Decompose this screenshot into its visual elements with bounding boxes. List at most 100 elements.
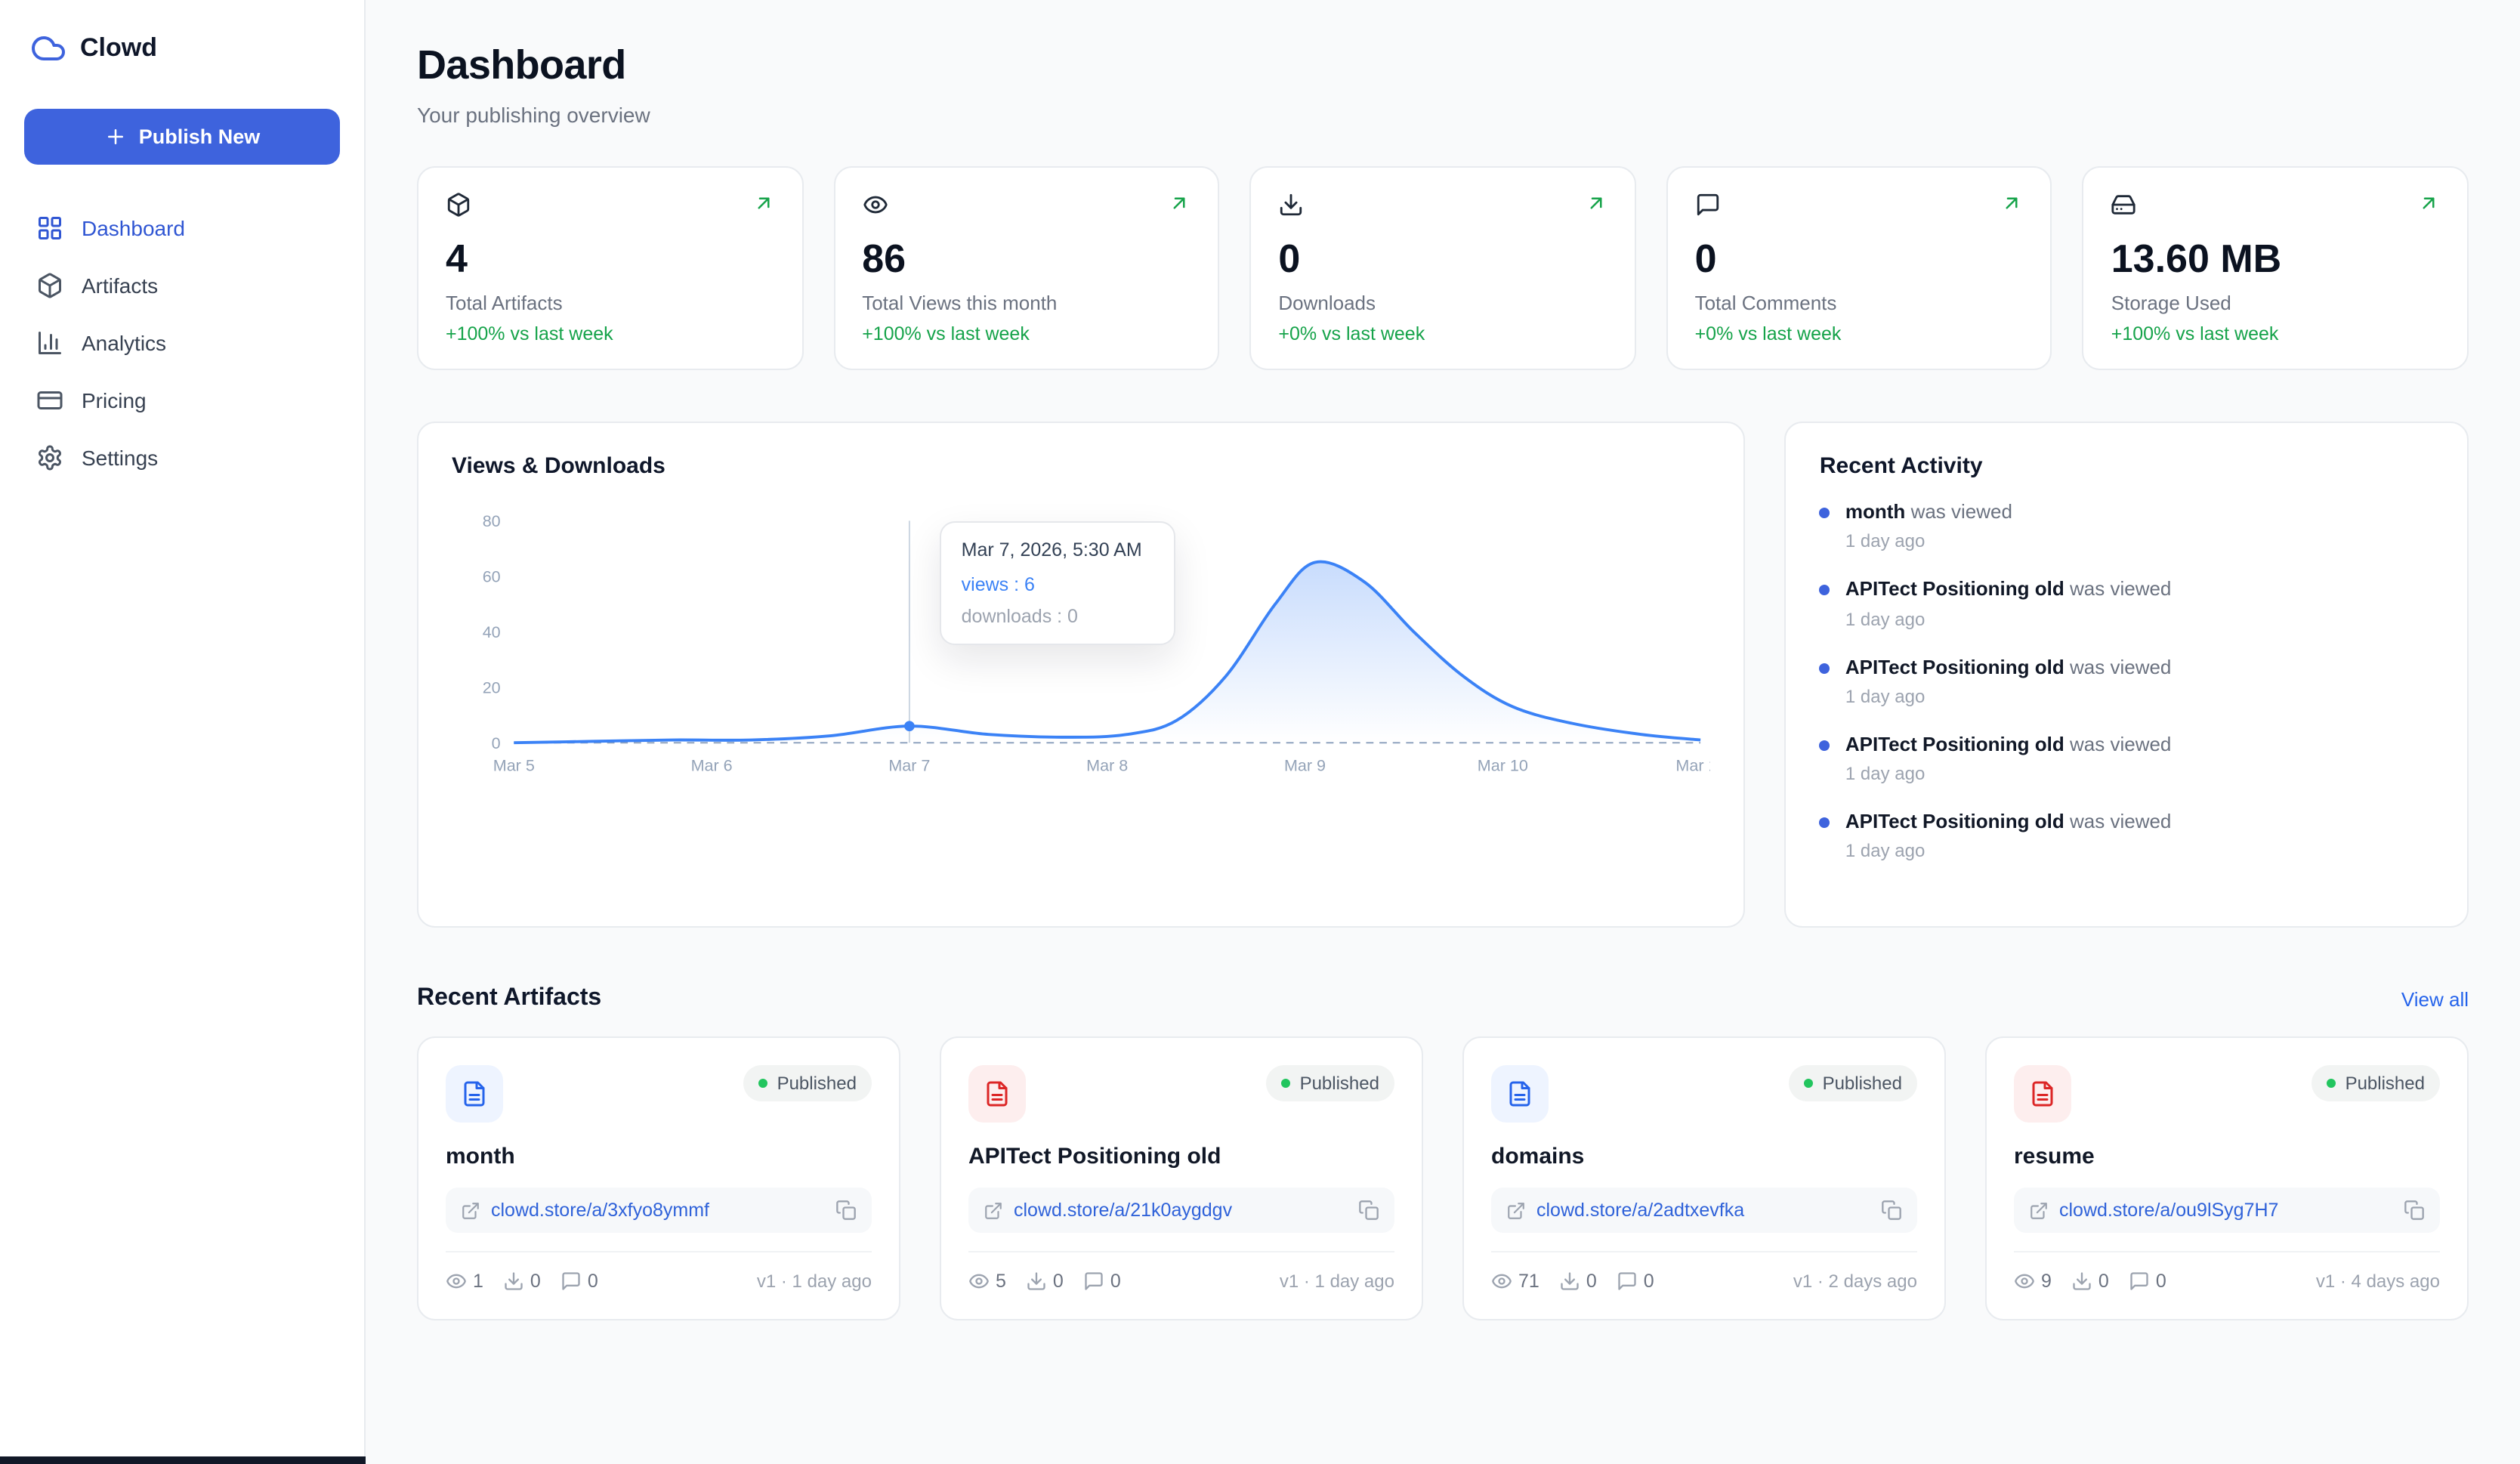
window-edge [0,1456,366,1464]
views-count: 9 [2014,1271,2052,1292]
stat-delta: +100% vs last week [446,323,774,344]
artifact-card-domains[interactable]: Published domains clowd.store/a/2adtxevf… [1462,1036,1946,1320]
app-root: Clowd Publish New Dashboard Artifacts An… [0,0,2520,1464]
activity-time: 1 day ago [1845,763,2172,784]
sidebar-item-pricing[interactable]: Pricing [24,373,340,428]
external-link-icon [2029,1200,2049,1220]
activity-item: month was viewed 1 day ago [1820,500,2434,552]
credit-card-icon [36,387,63,414]
artifact-url-link[interactable]: clowd.store/a/3xfyo8ymmf [491,1200,825,1221]
stat-label: Total Artifacts [446,292,774,314]
svg-text:Mar 6: Mar 6 [691,756,733,774]
arrow-up-right-icon[interactable] [1168,192,1191,215]
activity-dot [1820,585,1830,596]
dashboard-grid-icon [36,215,63,242]
artifact-url-link[interactable]: clowd.store/a/ou9lSyg7H7 [2059,1200,2393,1221]
gear-icon [36,444,63,471]
stat-value: 86 [862,236,1191,283]
comment-icon [2129,1271,2150,1292]
sidebar-item-artifacts[interactable]: Artifacts [24,258,340,313]
eye-icon [862,192,888,218]
arrow-up-right-icon[interactable] [752,192,774,215]
activity-dot [1820,740,1830,751]
file-pdf-icon [2014,1065,2071,1123]
arrow-up-right-icon[interactable] [1585,192,1607,215]
copy-url-button[interactable] [2404,1200,2425,1221]
artifact-card-resume[interactable]: Published resume clowd.store/a/ou9lSyg7H… [1985,1036,2469,1320]
status-badge: Published [744,1065,872,1101]
sidebar-item-label: Pricing [82,388,147,412]
arrow-up-right-icon[interactable] [2417,192,2440,215]
artifact-stats: 5 0 0 v1 · 1 day ago [968,1251,1394,1292]
status-dot [1282,1079,1291,1088]
sidebar: Clowd Publish New Dashboard Artifacts An… [0,0,366,1464]
svg-text:60: 60 [483,568,501,586]
download-icon [1278,192,1304,218]
view-all-link[interactable]: View all [2401,987,2469,1010]
tooltip-downloads: downloads : 0 [962,606,1155,627]
copy-url-button[interactable] [835,1200,857,1221]
copy-icon [1358,1200,1379,1221]
stat-value: 0 [1695,236,2024,283]
copy-icon [835,1200,857,1221]
copy-icon [2404,1200,2425,1221]
chart-canvas[interactable]: 020406080Mar 5Mar 6Mar 7Mar 8Mar 9Mar 10… [452,500,1711,784]
comment-icon [561,1271,582,1292]
artifact-title: domains [1491,1144,1917,1169]
download-icon [1559,1271,1580,1292]
comments-count: 0 [1083,1271,1121,1292]
stat-card-total-views: 86 Total Views this month +100% vs last … [833,166,1219,370]
stat-card-downloads: 0 Downloads +0% vs last week [1249,166,1635,370]
status-badge: Published [2312,1065,2440,1101]
stats-row: 4 Total Artifacts +100% vs last week 86 … [417,166,2469,370]
activity-list: month was viewed 1 day ago APITect Posit… [1820,500,2434,862]
file-doc-icon [446,1065,503,1123]
version-meta: v1 · 1 day ago [1280,1271,1394,1292]
comment-icon [1695,192,1721,218]
cloud-logo-icon [30,30,66,66]
downloads-count: 0 [2071,1271,2109,1292]
activity-time: 1 day ago [1845,608,2172,629]
downloads-count: 0 [1026,1271,1064,1292]
sidebar-item-settings[interactable]: Settings [24,431,340,485]
arrow-up-right-icon[interactable] [2001,192,2024,215]
activity-item: APITect Positioning old was viewed 1 day… [1820,733,2434,785]
artifact-url-bar: clowd.store/a/3xfyo8ymmf [446,1188,872,1233]
sidebar-item-label: Dashboard [82,216,185,240]
artifact-url-link[interactable]: clowd.store/a/2adtxevfka [1536,1200,1870,1221]
artifact-card-apitect[interactable]: Published APITect Positioning old clowd.… [940,1036,1423,1320]
storage-drive-icon [2111,192,2137,218]
artifact-url-bar: clowd.store/a/ou9lSyg7H7 [2014,1188,2440,1233]
activity-text: APITect Positioning old was viewed [1845,733,2172,758]
activity-item: APITect Positioning old was viewed 1 day… [1820,578,2434,630]
comments-count: 0 [561,1271,598,1292]
stat-delta: +0% vs last week [1278,323,1607,344]
publish-new-button[interactable]: Publish New [24,109,340,165]
eye-icon [968,1271,990,1292]
artifact-card-month[interactable]: Published month clowd.store/a/3xfyo8ymmf… [417,1036,900,1320]
sidebar-item-label: Analytics [82,331,166,355]
svg-text:40: 40 [483,623,501,641]
stat-card-total-artifacts: 4 Total Artifacts +100% vs last week [417,166,803,370]
download-icon [1026,1271,1047,1292]
copy-icon [1881,1200,1902,1221]
svg-text:Mar 8: Mar 8 [1086,756,1128,774]
plus-icon [104,125,127,148]
sidebar-item-analytics[interactable]: Analytics [24,316,340,370]
sidebar-item-dashboard[interactable]: Dashboard [24,201,340,255]
downloads-count: 0 [503,1271,541,1292]
artifact-url-link[interactable]: clowd.store/a/21k0aygdgv [1014,1200,1348,1221]
status-dot [1805,1079,1814,1088]
artifact-title: APITect Positioning old [968,1144,1394,1169]
activity-text: APITect Positioning old was viewed [1845,655,2172,680]
stat-value: 0 [1278,236,1607,283]
activity-dot [1820,508,1830,518]
views-count: 5 [968,1271,1006,1292]
file-doc-icon [1491,1065,1549,1123]
svg-text:Mar 5: Mar 5 [493,756,535,774]
copy-url-button[interactable] [1881,1200,1902,1221]
artifact-title: resume [2014,1144,2440,1169]
svg-text:Mar 10: Mar 10 [1478,756,1528,774]
copy-url-button[interactable] [1358,1200,1379,1221]
comments-count: 0 [2129,1271,2166,1292]
